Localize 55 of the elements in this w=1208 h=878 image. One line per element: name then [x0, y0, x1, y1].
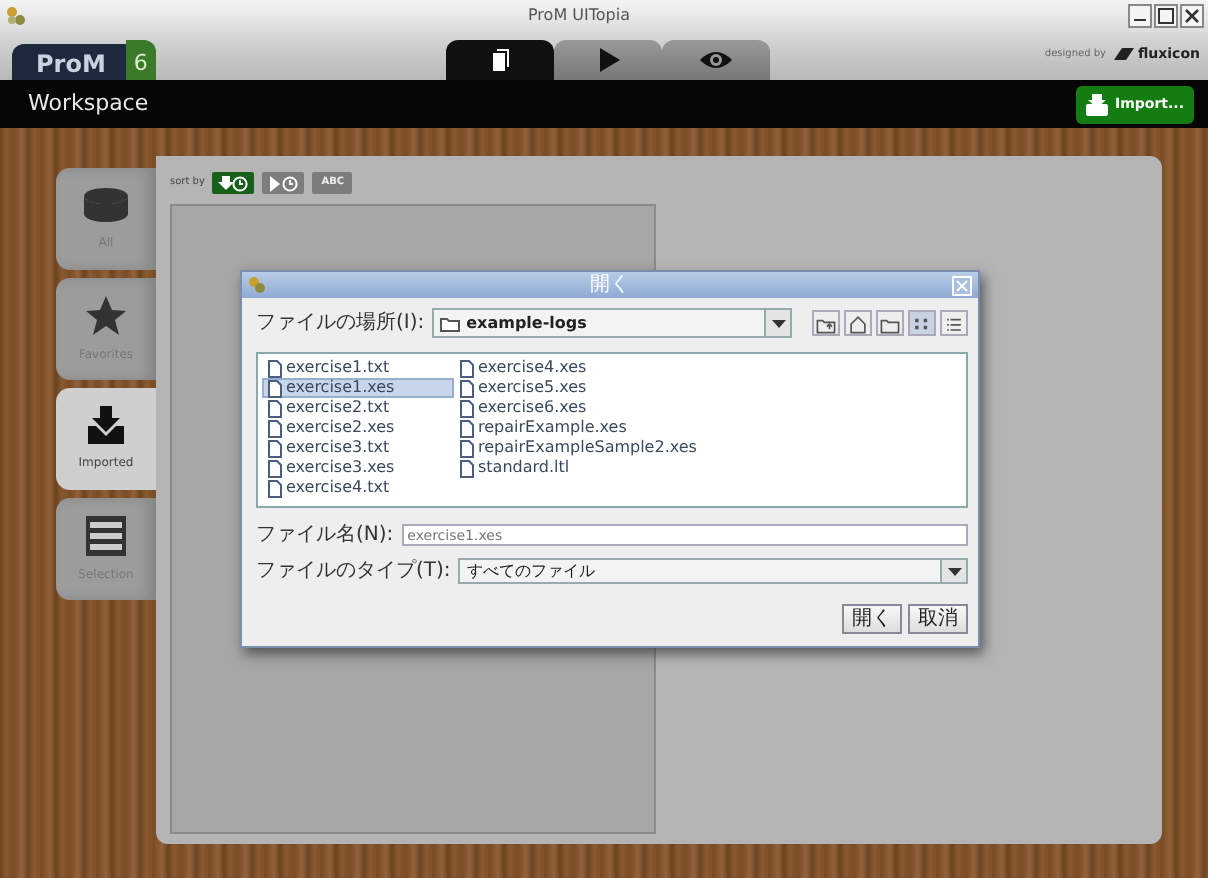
folder-icon — [440, 315, 461, 331]
file-item[interactable]: exercise2.txt — [262, 398, 454, 418]
file-item[interactable]: exercise2.xes — [262, 418, 454, 438]
sort-button[interactable] — [262, 172, 305, 194]
play-clock-icon — [268, 173, 299, 193]
dialog-title: 開く — [588, 272, 632, 298]
view-button[interactable] — [908, 310, 936, 336]
location-combo[interactable]: example-logs — [432, 308, 792, 338]
file-item[interactable]: standard.ltl — [454, 458, 734, 478]
minimize-icon[interactable] — [1128, 4, 1152, 28]
sort-button[interactable] — [212, 172, 255, 194]
location-label: ファイルの場所(I): — [256, 309, 425, 338]
eye-icon — [700, 46, 732, 74]
file-item[interactable]: exercise5.xes — [454, 378, 734, 398]
view-button[interactable] — [844, 310, 872, 336]
file-item[interactable]: exercise3.xes — [262, 458, 454, 478]
file-item[interactable]: repairExampleSample2.xes — [454, 438, 734, 458]
filetype-label: ファイルのタイプ(T): — [256, 557, 451, 586]
file-item[interactable]: exercise4.xes — [454, 358, 734, 378]
documents-icon — [489, 46, 511, 74]
mode-tab[interactable] — [446, 40, 554, 80]
filetype-combo[interactable]: すべてのファイル — [458, 558, 968, 584]
play-icon — [595, 46, 621, 74]
home-icon — [846, 311, 870, 335]
import-icon — [1085, 93, 1107, 115]
import-icon — [88, 406, 124, 444]
view-button[interactable] — [812, 310, 840, 336]
import-clock-icon — [218, 173, 249, 193]
selection-icon — [86, 515, 126, 555]
mode-tab[interactable] — [662, 40, 770, 80]
dropdown-icon — [947, 567, 961, 575]
view-button[interactable] — [876, 310, 904, 336]
dialog-button[interactable]: 取消 — [908, 604, 968, 634]
dialog-button[interactable]: 開く — [842, 604, 902, 634]
close-icon[interactable] — [1180, 4, 1204, 28]
window-title: ProM UITopia — [526, 4, 632, 28]
database-icon — [82, 186, 130, 224]
file-item[interactable]: exercise4.txt — [262, 478, 454, 498]
star-icon — [86, 295, 126, 335]
app-icon — [248, 276, 266, 294]
file-item[interactable]: exercise6.xes — [454, 398, 734, 418]
file-item[interactable]: exercise3.txt — [262, 438, 454, 458]
logo-text: ProM — [12, 44, 126, 80]
view-button[interactable] — [940, 310, 968, 336]
file-item[interactable]: repairExample.xes — [454, 418, 734, 438]
dropdown-icon — [771, 319, 785, 327]
brand-icon — [1109, 48, 1134, 61]
logo-version: 6 — [125, 40, 156, 80]
file-item[interactable]: exercise1.txt — [262, 358, 454, 378]
mode-tab[interactable] — [554, 40, 662, 80]
workspace-title: Workspace — [28, 87, 149, 120]
maximize-icon[interactable] — [1154, 4, 1178, 28]
file-item[interactable]: exercise1.xes — [262, 378, 454, 398]
app-icon — [6, 6, 26, 26]
filename-label: ファイル名(N): — [256, 522, 394, 550]
